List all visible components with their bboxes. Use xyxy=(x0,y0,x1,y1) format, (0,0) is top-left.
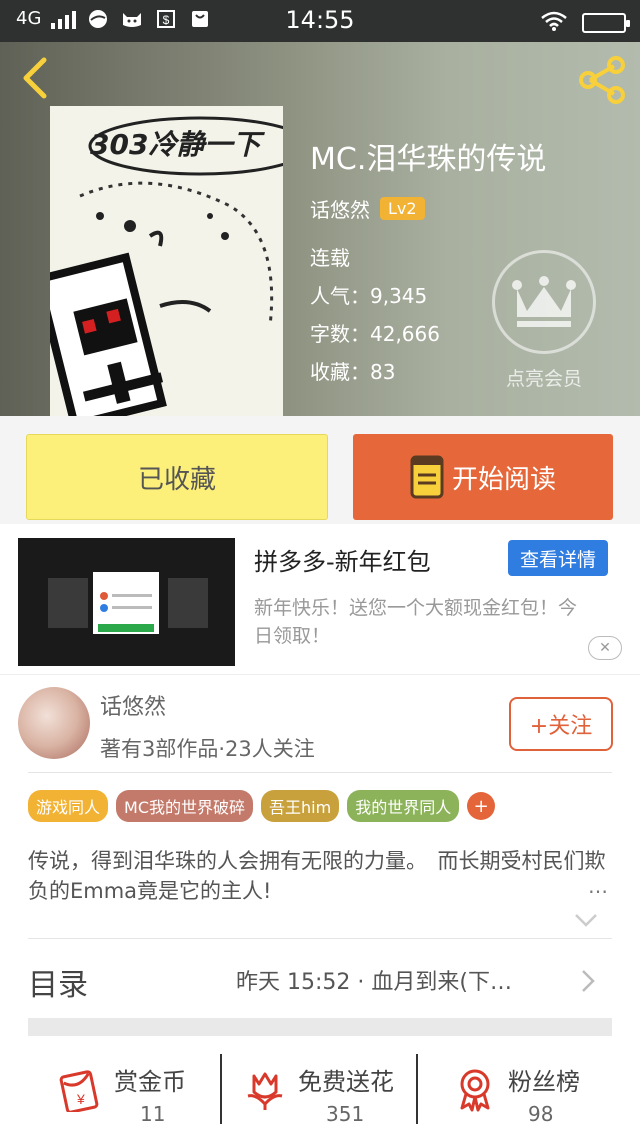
close-icon: ✕ xyxy=(599,640,611,656)
share-button[interactable] xyxy=(576,54,628,106)
level-badge: Lv2 xyxy=(380,197,425,220)
ad-close-button[interactable]: ✕ xyxy=(588,636,622,660)
start-reading-label: 开始阅读 xyxy=(451,464,556,495)
tag-list: 游戏同人 MC我的世界破碎 吾王him 我的世界同人 + xyxy=(28,790,496,822)
description-ellipsis: … xyxy=(588,874,608,898)
expand-description-button[interactable] xyxy=(574,912,598,927)
crown-icon xyxy=(512,276,576,327)
tag-minecraft-fanfic[interactable]: 我的世界同人 xyxy=(347,790,460,822)
reward-coins-button[interactable]: ¥ 赏金币 11 xyxy=(58,1056,198,1132)
book-title: MC.泪华珠的传说 xyxy=(310,142,547,177)
toc-open-button[interactable] xyxy=(580,968,596,994)
book-favorites: 收藏：83 xyxy=(310,360,396,384)
tag-king-him[interactable]: 吾王him xyxy=(261,790,340,822)
ad-thumbnail[interactable] xyxy=(18,538,235,666)
send-flowers-button[interactable]: 免费送花 351 xyxy=(242,1056,412,1132)
svg-text:¥: ¥ xyxy=(76,1091,85,1107)
wifi-icon xyxy=(540,10,568,36)
status-bar: 4G $ 14:55 xyxy=(0,0,640,42)
fan-ranking-button[interactable]: 粉丝榜 98 xyxy=(452,1056,592,1132)
chevron-right-icon xyxy=(582,970,595,992)
separator xyxy=(416,1054,418,1124)
back-button[interactable] xyxy=(18,56,54,100)
divider xyxy=(28,938,612,939)
chevron-left-icon xyxy=(23,57,47,99)
book-icon xyxy=(410,455,444,499)
book-header: 303冷静一下 MC.泪华珠的传说 话悠然 Lv2 连载 人气：9,345 字数… xyxy=(0,42,640,416)
book-popularity: 人气：9,345 xyxy=(310,284,428,308)
share-icon xyxy=(579,56,625,104)
avatar[interactable] xyxy=(18,687,90,759)
send-flowers-label: 免费送花 xyxy=(298,1068,394,1096)
reward-coins-label: 赏金币 xyxy=(114,1068,186,1096)
separator xyxy=(220,1054,222,1124)
author-name[interactable]: 话悠然 xyxy=(100,689,166,721)
book-author[interactable]: 话悠然 xyxy=(310,194,370,223)
chevron-down-icon xyxy=(575,914,597,927)
section-spacer xyxy=(28,1018,612,1036)
divider xyxy=(28,772,612,773)
cover-text: 303冷静一下 xyxy=(90,128,265,161)
latest-chapter[interactable]: 昨天 15:52 · 血月到来(下… xyxy=(236,964,512,996)
toc-label[interactable]: 目录 xyxy=(28,960,88,1004)
action-bar: 已收藏 开始阅读 xyxy=(0,416,640,524)
book-description: 传说，得到泪华珠的人会拥有无限的力量。 而长期受村民们欺负的Emma竟是它的主人… xyxy=(28,849,606,903)
reward-coins-value: 11 xyxy=(140,1102,166,1126)
send-flowers-value: 351 xyxy=(326,1102,365,1126)
fan-ranking-label: 粉丝榜 xyxy=(508,1068,580,1096)
author-meta: 著有3部作品·23人关注 xyxy=(100,737,315,761)
tag-game-fanfic[interactable]: 游戏同人 xyxy=(28,790,109,822)
book-word-count: 字数：42,666 xyxy=(310,322,440,346)
ad-description: 新年快乐！送您一个大额现金红包！今日领取！ xyxy=(254,597,578,647)
battery-icon xyxy=(582,13,630,33)
member-button[interactable] xyxy=(492,250,596,354)
ad-banner[interactable]: 拼多多-新年红包 查看详情 新年快乐！送您一个大额现金红包！今日领取！ ✕ xyxy=(0,524,640,674)
flower-icon xyxy=(242,1066,288,1112)
member-label: 点亮会员 xyxy=(505,368,582,390)
book-status: 连载 xyxy=(310,246,350,270)
add-tag-button[interactable]: + xyxy=(467,792,496,820)
ad-title[interactable]: 拼多多-新年红包 xyxy=(254,542,431,577)
author-section: 话悠然 著有3部作品·23人关注 +关注 xyxy=(0,674,640,772)
ad-detail-button[interactable]: 查看详情 xyxy=(508,540,608,576)
book-cover[interactable]: 303冷静一下 xyxy=(50,106,283,416)
favorited-button[interactable]: 已收藏 xyxy=(26,434,328,520)
red-envelope-icon: ¥ xyxy=(58,1066,104,1114)
follow-button[interactable]: +关注 xyxy=(509,697,613,751)
medal-icon xyxy=(452,1066,498,1112)
tag-mc-broken[interactable]: MC我的世界破碎 xyxy=(116,790,253,822)
bottom-stats-bar: ¥ 赏金币 11 免费送花 351 粉丝榜 98 xyxy=(0,1048,640,1138)
fan-ranking-value: 98 xyxy=(528,1102,554,1126)
start-reading-button[interactable]: 开始阅读 xyxy=(353,434,613,520)
